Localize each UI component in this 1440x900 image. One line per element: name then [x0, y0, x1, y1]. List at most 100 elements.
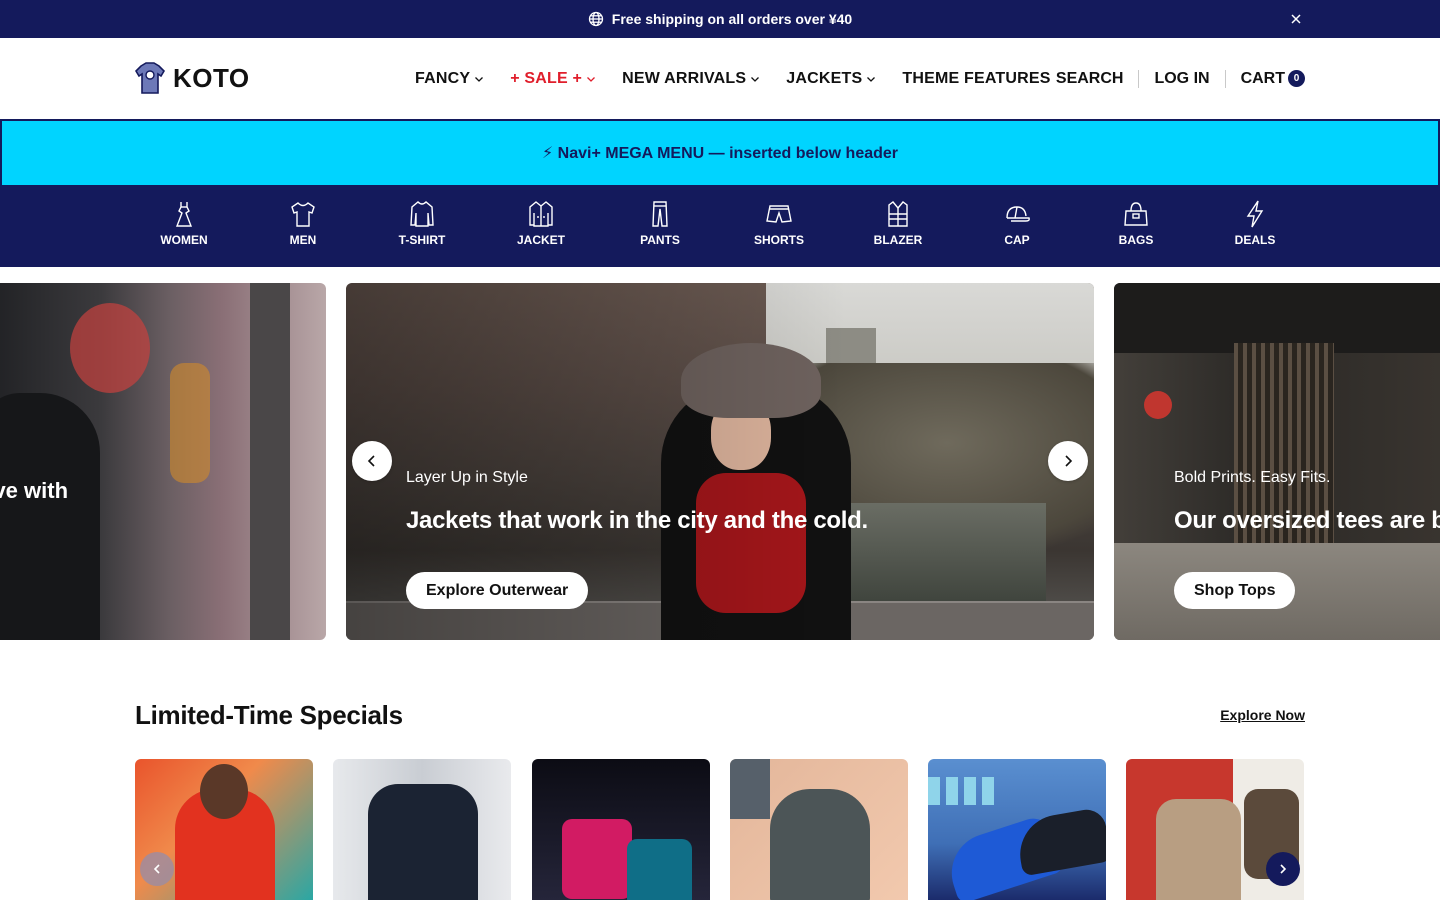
nav-item-theme-features[interactable]: THEME FEATURES	[902, 70, 1050, 88]
cart-link[interactable]: CART 0	[1240, 69, 1305, 88]
chevron-left-icon	[153, 864, 160, 874]
chevron-down-icon	[587, 76, 596, 82]
dress-icon	[175, 202, 193, 227]
chevron-left-icon	[367, 455, 375, 467]
announcement-text: Free shipping on all orders over ¥40	[611, 11, 853, 27]
cap-icon	[1006, 206, 1030, 222]
bag-icon	[1124, 202, 1148, 226]
main-nav: FANCY + SALE + NEW ARRIVALS JACKETS THEM…	[415, 38, 1077, 119]
category-label: PANTS	[640, 233, 680, 247]
lightning-icon	[1246, 200, 1264, 228]
close-icon[interactable]	[1288, 11, 1304, 27]
divider	[1138, 69, 1140, 88]
nav-item-label: THEME FEATURES	[902, 69, 1051, 87]
hero-slide-next[interactable]: Bold Prints. Easy Fits. Our oversized te…	[1114, 283, 1440, 640]
divider	[1224, 69, 1226, 88]
product-image-detail	[730, 759, 770, 819]
product-card[interactable]	[928, 759, 1106, 900]
category-bar: WOMEN MEN T-SHIRT JACKET PANTS SHORTS BL…	[0, 187, 1440, 267]
slide-image-detail	[250, 283, 290, 640]
jacket-icon	[529, 201, 553, 227]
slide-image-detail	[70, 303, 150, 393]
product-image-detail	[1013, 806, 1106, 877]
category-pants[interactable]: PANTS	[610, 187, 710, 267]
product-card[interactable]	[333, 759, 511, 900]
product-image	[562, 819, 632, 899]
explore-now-link[interactable]: Explore Now	[1220, 707, 1305, 723]
site-header: KOTO FANCY + SALE + NEW ARRIVALS JACKETS…	[0, 38, 1440, 119]
hero-prev-button[interactable]	[352, 441, 392, 481]
category-label: BAGS	[1118, 233, 1154, 247]
nav-item-new-arrivals[interactable]: NEW ARRIVALS	[622, 70, 760, 88]
explore-outerwear-button[interactable]: Explore Outerwear	[406, 572, 589, 609]
chevron-down-icon	[475, 76, 484, 82]
slide-image-lantern	[1144, 391, 1172, 419]
globe-icon	[588, 11, 604, 27]
product-card[interactable]	[730, 759, 908, 900]
nav-item-label: FANCY	[415, 69, 471, 87]
category-label: BLAZER	[873, 233, 923, 247]
product-image	[368, 784, 478, 900]
slide-image-canal	[846, 503, 1046, 603]
hero-slide-previous[interactable]: ove with	[0, 283, 326, 640]
nav-item-jackets[interactable]: JACKETS	[786, 70, 876, 88]
chevron-right-icon	[1065, 455, 1073, 467]
slide-eyebrow: Bold Prints. Easy Fits.	[1174, 469, 1331, 486]
header-actions: SEARCH LOG IN CART 0	[1056, 38, 1305, 119]
category-label: CAP	[1004, 233, 1030, 247]
logo[interactable]: KOTO	[135, 62, 250, 94]
product-image-detail	[627, 839, 692, 900]
category-cap[interactable]: CAP	[967, 187, 1067, 267]
slide-headline: Jackets that work in the city and the co…	[406, 507, 868, 534]
nav-item-label: JACKETS	[786, 69, 863, 87]
cart-label: CART	[1240, 69, 1285, 87]
nav-item-fancy[interactable]: FANCY	[415, 70, 484, 88]
product-image	[770, 789, 870, 900]
chevron-down-icon	[867, 76, 876, 82]
category-deals[interactable]: DEALS	[1205, 187, 1305, 267]
product-image-detail	[200, 764, 248, 819]
category-label: JACKET	[516, 233, 565, 247]
category-label: DEALS	[1234, 233, 1276, 247]
specials-next-button[interactable]	[1266, 852, 1300, 886]
category-label: SHORTS	[753, 233, 804, 247]
specials-prev-button[interactable]	[140, 852, 174, 886]
category-blazer[interactable]: BLAZER	[848, 187, 948, 267]
logo-text: KOTO	[173, 62, 250, 93]
shirt-icon	[291, 202, 315, 227]
slide-image-detail	[170, 363, 210, 483]
chevron-down-icon	[751, 76, 760, 82]
category-t-shirt[interactable]: T-SHIRT	[372, 187, 472, 267]
chevron-right-icon	[1280, 864, 1287, 874]
nav-item-label: NEW ARRIVALS	[622, 69, 747, 87]
nav-item-label: + SALE +	[510, 69, 583, 87]
category-women[interactable]: WOMEN	[134, 187, 234, 267]
product-image	[1156, 799, 1241, 900]
category-men[interactable]: MEN	[253, 187, 353, 267]
category-label: WOMEN	[160, 233, 208, 247]
category-label: T-SHIRT	[398, 233, 446, 247]
search-link[interactable]: SEARCH	[1056, 70, 1124, 88]
hero-slide-active: Layer Up in Style Jackets that work in t…	[346, 283, 1094, 640]
announcement-bar: Free shipping on all orders over ¥40	[0, 0, 1440, 38]
product-image-detail	[928, 777, 998, 805]
pants-icon	[652, 201, 668, 227]
category-shorts[interactable]: SHORTS	[729, 187, 829, 267]
shorts-icon	[766, 205, 792, 223]
shop-tops-button[interactable]: Shop Tops	[1174, 572, 1296, 609]
nav-item-sale[interactable]: + SALE +	[510, 70, 596, 88]
section-title: Limited-Time Specials	[135, 700, 403, 730]
category-bags[interactable]: BAGS	[1086, 187, 1186, 267]
vest-icon	[888, 201, 908, 227]
slide-image-person	[0, 393, 100, 640]
product-card[interactable]	[532, 759, 710, 900]
slide-headline: ove with	[0, 478, 69, 503]
slide-headline: Our oversized tees are bac	[1174, 507, 1440, 534]
login-link[interactable]: LOG IN	[1154, 70, 1209, 88]
logo-shirt-icon	[135, 62, 165, 94]
hero-next-button[interactable]	[1048, 441, 1088, 481]
slide-eyebrow: Layer Up in Style	[406, 469, 528, 486]
sweater-icon	[410, 201, 434, 227]
category-jacket[interactable]: JACKET	[491, 187, 591, 267]
cart-count-badge: 0	[1288, 69, 1305, 87]
